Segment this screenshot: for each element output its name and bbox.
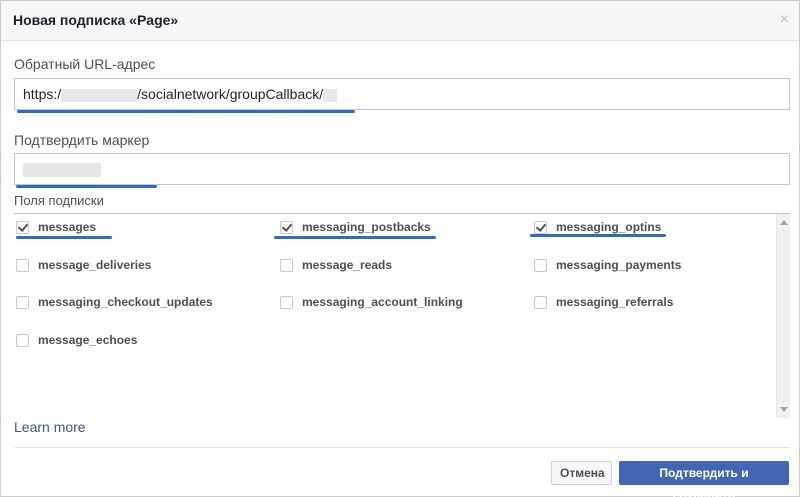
verify-and-save-button[interactable]: Подтвердить и сохранить <box>619 461 789 497</box>
scroll-up-arrow-icon[interactable] <box>780 220 788 225</box>
field-checkbox-messages[interactable]: messages <box>16 218 96 236</box>
annotation-underline <box>16 185 157 188</box>
learn-more-link[interactable]: Learn more <box>14 419 86 435</box>
callback-url-input[interactable]: https://socialnetwork/groupCallback/ <box>14 78 790 110</box>
field-checkbox-message-reads[interactable]: message_reads <box>280 256 392 274</box>
checkbox-icon[interactable] <box>280 258 293 272</box>
verify-token-label: Подтвердить маркер <box>14 132 150 148</box>
checkbox-icon[interactable] <box>16 295 29 309</box>
annotation-underline <box>274 236 436 239</box>
checkbox-icon[interactable] <box>534 295 547 309</box>
field-checkbox-messaging-referrals[interactable]: messaging_referrals <box>534 293 673 311</box>
callback-url-value: https://socialnetwork/groupCallback/ <box>23 86 338 102</box>
redacted-suffix <box>323 88 338 102</box>
field-checkbox-message-echoes[interactable]: message_echoes <box>16 331 137 349</box>
subscription-fields-label: Поля подписки <box>14 193 104 208</box>
field-checkbox-message-deliveries[interactable]: message_deliveries <box>16 256 151 274</box>
field-checkbox-messaging-account-linking[interactable]: messaging_account_linking <box>280 293 463 311</box>
annotation-underline <box>17 110 355 113</box>
redacted-domain <box>61 88 138 102</box>
checkbox-icon[interactable] <box>280 295 293 309</box>
cancel-button[interactable]: Отмена <box>551 461 612 485</box>
close-icon[interactable]: × <box>780 10 789 30</box>
checkbox-icon[interactable] <box>280 220 293 234</box>
checkbox-icon[interactable] <box>16 333 29 347</box>
field-checkbox-messaging-postbacks[interactable]: messaging_postbacks <box>280 218 431 236</box>
field-checkbox-messaging-payments[interactable]: messaging_payments <box>534 256 681 274</box>
list-scrollbar[interactable] <box>776 214 790 418</box>
annotation-underline <box>530 234 666 237</box>
checkbox-icon[interactable] <box>534 220 547 234</box>
dialog-header: Новая подписка «Page» × <box>1 1 799 41</box>
redacted-token <box>23 163 101 178</box>
subscription-fields-list <box>14 213 790 418</box>
checkbox-icon[interactable] <box>16 220 29 234</box>
new-subscription-dialog: Новая подписка «Page» × Обратный URL-адр… <box>0 0 800 497</box>
dialog-title: Новая подписка «Page» <box>13 12 179 28</box>
scroll-down-arrow-icon[interactable] <box>780 407 788 412</box>
annotation-underline <box>16 236 112 239</box>
verify-token-input[interactable] <box>14 153 790 185</box>
callback-url-label: Обратный URL-адрес <box>14 56 156 72</box>
verify-token-value <box>23 161 101 178</box>
field-checkbox-messaging-checkout-updates[interactable]: messaging_checkout_updates <box>16 293 213 311</box>
checkbox-icon[interactable] <box>534 258 547 272</box>
footer-divider <box>14 447 790 448</box>
checkbox-icon[interactable] <box>16 258 29 272</box>
